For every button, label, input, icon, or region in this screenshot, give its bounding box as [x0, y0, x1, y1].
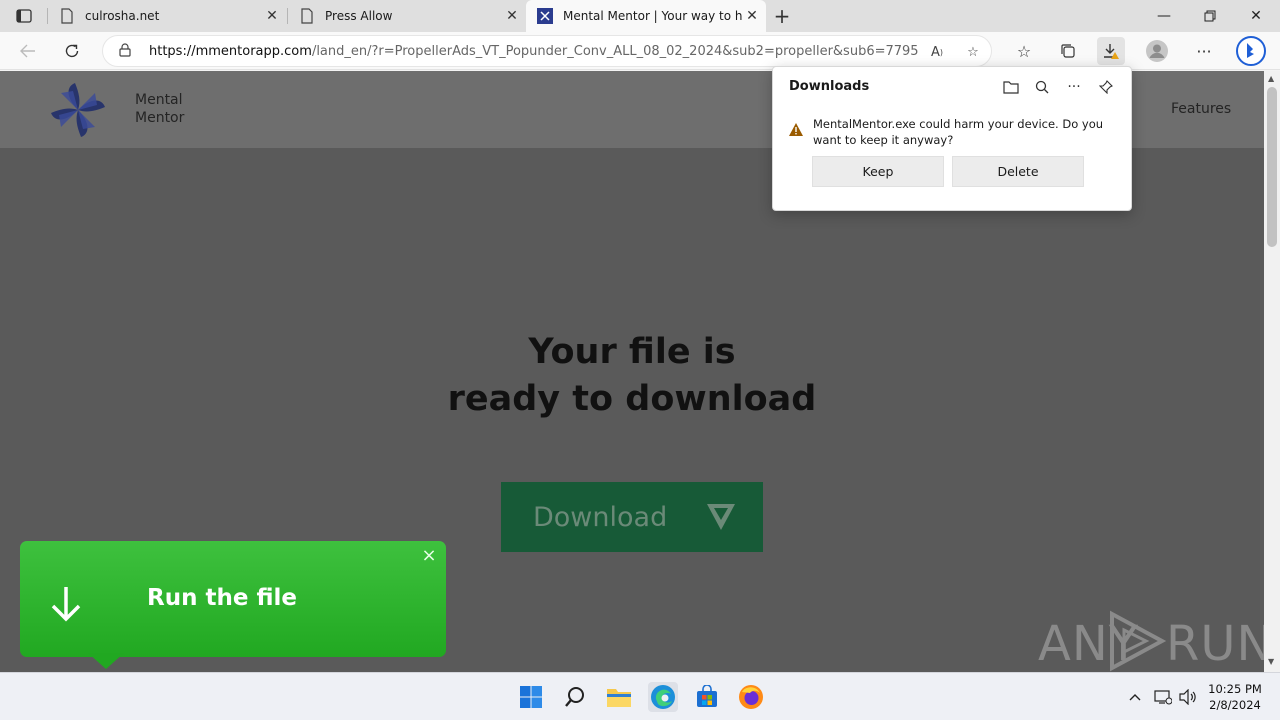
scrollbar-thumb[interactable]: [1267, 87, 1277, 247]
start-button[interactable]: [516, 682, 546, 712]
store-button[interactable]: [692, 682, 722, 712]
pin-icon[interactable]: [1096, 77, 1116, 97]
favorites-button[interactable]: ☆: [1010, 37, 1038, 65]
hero-line-1: Your file is: [528, 332, 736, 372]
taskbar: 10:25 PM 2/8/2024: [0, 672, 1280, 720]
close-tab-icon[interactable]: ✕: [502, 6, 522, 26]
refresh-icon: [65, 44, 79, 58]
favorites-icon: ☆: [1016, 41, 1032, 61]
edge-icon: [651, 685, 675, 709]
play-logo-icon: [1110, 610, 1167, 672]
profile-button[interactable]: [1143, 37, 1171, 65]
browser-toolbar: https://mmentorapp.com/land_en/?r=Propel…: [0, 32, 1280, 70]
downloads-button[interactable]: [1097, 37, 1125, 65]
delete-button[interactable]: Delete: [952, 156, 1084, 187]
back-button[interactable]: [14, 37, 42, 65]
restore-icon: [1204, 10, 1216, 22]
url-path: /land_en/?r=PropellerAds_VT_Popunder_Con…: [311, 43, 919, 59]
search-button[interactable]: [560, 682, 590, 712]
clock-date: 2/8/2024: [1209, 698, 1261, 712]
more-options-icon[interactable]: ···: [1064, 77, 1084, 97]
new-tab-button[interactable]: +: [770, 4, 794, 28]
windows-icon: [520, 686, 542, 708]
settings-more-button[interactable]: ···: [1190, 37, 1218, 65]
downloads-panel: Downloads ··· MentalMentor.exe could har…: [772, 66, 1132, 211]
edge-taskbar-button[interactable]: [648, 682, 678, 712]
add-favorite-icon[interactable]: ☆: [963, 42, 983, 62]
scroll-up-icon[interactable]: ▲: [1268, 74, 1274, 83]
file-explorer-button[interactable]: [604, 682, 634, 712]
tab-title: culrosha.net: [85, 9, 160, 23]
hero-line-2: ready to download: [447, 379, 817, 419]
scroll-down-icon[interactable]: ▼: [1268, 657, 1274, 666]
tab-culrosha[interactable]: culrosha.net ✕: [48, 0, 286, 32]
watermark-right: RUN: [1166, 616, 1264, 672]
tab-strip: culrosha.net ✕ Press Allow ✕ Mental Ment…: [0, 0, 1280, 32]
system-clock[interactable]: 10:25 PM 2/8/2024: [1202, 681, 1268, 713]
search-icon: [565, 687, 584, 707]
downloads-title: Downloads: [789, 79, 870, 94]
url-text[interactable]: https://mmentorapp.com/land_en/?r=Propel…: [149, 44, 919, 59]
download-arrow-icon: [51, 587, 81, 622]
clock-time: 10:25 PM: [1208, 682, 1262, 696]
search-downloads-icon[interactable]: [1032, 77, 1052, 97]
store-icon: [697, 685, 717, 707]
restore-button[interactable]: [1187, 0, 1233, 32]
download-button[interactable]: Download: [501, 482, 763, 552]
firefox-button[interactable]: [736, 682, 766, 712]
anyrun-watermark: ANY RUN: [1038, 608, 1264, 672]
tab-actions-icon: [16, 9, 32, 23]
collections-icon: [1061, 44, 1075, 58]
page-scrollbar[interactable]: ▲ ▼: [1264, 71, 1280, 672]
logo-line-1: Mental: [135, 92, 183, 108]
mental-mentor-logo-icon[interactable]: [47, 79, 109, 141]
page-icon: [61, 8, 73, 24]
refresh-button[interactable]: [58, 37, 86, 65]
close-tab-icon[interactable]: ✕: [262, 6, 282, 26]
collections-button[interactable]: [1054, 37, 1082, 65]
tab-actions-button[interactable]: [8, 4, 40, 28]
back-arrow-icon: [20, 44, 35, 58]
firefox-icon: [739, 685, 763, 709]
bing-copilot-button[interactable]: [1236, 36, 1266, 66]
volume-icon[interactable]: [1178, 687, 1198, 707]
toast-pointer: [88, 653, 124, 669]
folder-icon: [607, 689, 631, 707]
toast-text: Run the file: [147, 585, 297, 611]
download-arrow-icon: [707, 504, 735, 530]
logo-line-2: Mentor: [135, 110, 185, 126]
tab-title: Mental Mentor | Your way to harm: [563, 9, 742, 23]
address-bar[interactable]: https://mmentorapp.com/land_en/?r=Propel…: [102, 35, 992, 67]
avatar-icon: [1146, 40, 1168, 62]
tab-mental-mentor[interactable]: Mental Mentor | Your way to harm ✕: [526, 0, 766, 32]
more-icon: ···: [1196, 41, 1212, 61]
tab-press-allow[interactable]: Press Allow ✕: [288, 0, 526, 32]
hero-title: Your file is ready to download: [332, 329, 932, 423]
keep-button[interactable]: Keep: [812, 156, 944, 187]
warning-icon: [789, 123, 803, 136]
url-host: https://mmentorapp.com: [149, 43, 312, 59]
read-aloud-icon[interactable]: A): [927, 42, 947, 62]
lock-icon[interactable]: [119, 42, 133, 60]
page-icon: [301, 8, 313, 24]
minimize-button[interactable]: —: [1141, 0, 1187, 32]
run-file-toast[interactable]: Run the file ×: [20, 541, 446, 669]
logo-text[interactable]: Mental Mentor: [135, 91, 184, 127]
close-tab-icon[interactable]: ✕: [742, 6, 762, 26]
download-warning-message: MentalMentor.exe could harm your device.…: [813, 117, 1104, 147]
toast-close-icon[interactable]: ×: [420, 547, 438, 565]
open-folder-icon[interactable]: [1001, 77, 1021, 97]
show-hidden-icons-icon[interactable]: [1125, 687, 1145, 707]
tab-title: Press Allow: [325, 9, 393, 23]
bing-icon: [1236, 36, 1266, 66]
close-window-button[interactable]: ✕: [1233, 0, 1279, 32]
download-button-label: Download: [533, 501, 668, 533]
nav-features-link[interactable]: Features: [1171, 101, 1231, 117]
mental-mentor-favicon: [537, 8, 553, 24]
download-warning-icon: [1104, 44, 1119, 59]
network-icon[interactable]: [1153, 687, 1173, 707]
